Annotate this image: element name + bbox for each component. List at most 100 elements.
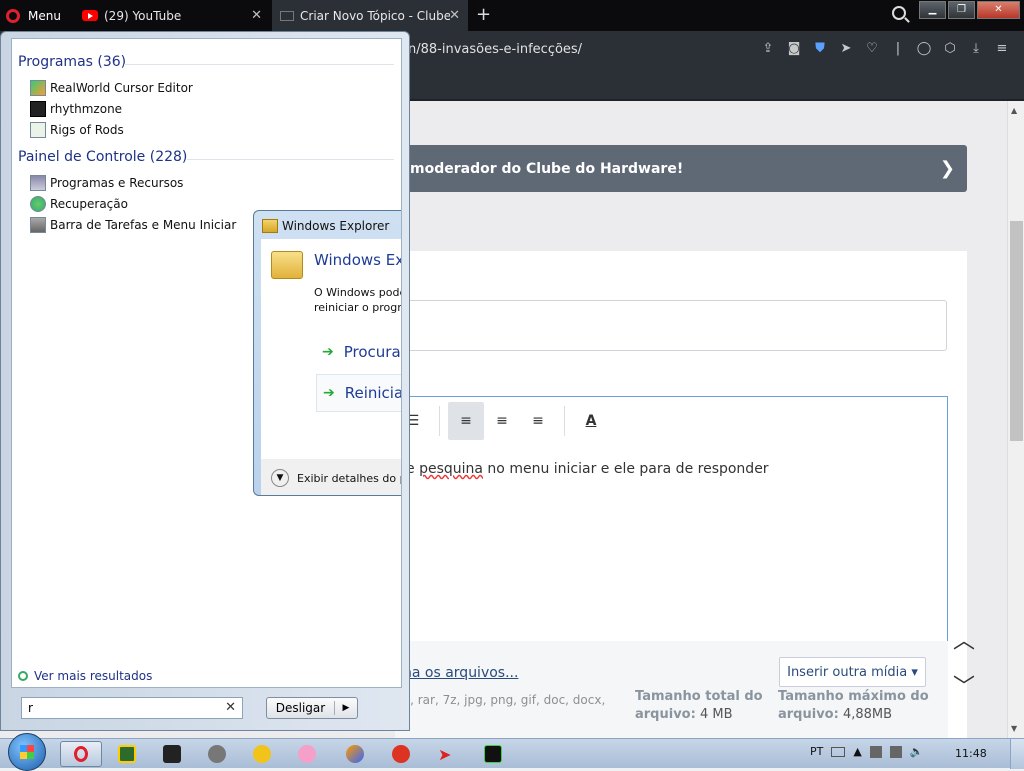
option-restart-program[interactable]: ➔ Reinicia	[316, 374, 401, 412]
result-rigs-of-rods[interactable]: Rigs of Rods	[30, 122, 124, 138]
show-desktop-button[interactable]	[1010, 739, 1024, 769]
scroll-down-chevron-icon[interactable]: ﹀	[953, 669, 975, 701]
taskbar-rhythmzone[interactable]	[151, 741, 193, 767]
chevron-down-icon: ▼	[271, 469, 289, 487]
taskbar-app-10[interactable]	[472, 741, 514, 767]
app-icon	[298, 745, 316, 763]
start-search-input[interactable]: r ✕	[21, 697, 243, 719]
send-icon[interactable]: ➤	[838, 41, 854, 57]
result-realworld-cursor-editor[interactable]: RealWorld Cursor Editor	[30, 80, 193, 96]
site-favicon-icon	[280, 10, 294, 21]
account-icon[interactable]: ◯	[916, 41, 932, 57]
taskbar-app-9[interactable]: ➤	[426, 741, 468, 767]
system-tray: PT ▲ 🔈	[810, 745, 924, 758]
attachment-area: na os arquivos... Inserir outra mídia ▾ …	[395, 641, 948, 738]
font-color-icon[interactable]: A	[573, 402, 609, 440]
opera-menu-button[interactable]: Menu	[6, 6, 61, 26]
browser-tab-bar: Menu (29) YouTube ✕ Criar Novo Tópico - …	[0, 0, 1024, 31]
divider	[187, 159, 394, 160]
result-rhythmzone[interactable]: rhythmzone	[30, 101, 122, 117]
search-icon	[18, 671, 28, 681]
device-icon[interactable]	[889, 745, 902, 758]
rigs-of-rods-icon	[30, 122, 46, 138]
shield-icon[interactable]: ⛊	[812, 41, 828, 57]
file-types-line: g	[403, 709, 613, 727]
language-indicator[interactable]: PT	[810, 745, 823, 758]
volume-icon[interactable]: 🔈	[910, 745, 924, 758]
result-label: Rigs of Rods	[50, 123, 124, 137]
insert-media-button[interactable]: Inserir outra mídia ▾	[779, 657, 926, 687]
green-arrow-icon: ➔	[323, 385, 335, 401]
scrollbar-thumb[interactable]	[1010, 221, 1023, 441]
tab-youtube[interactable]: (29) YouTube ✕	[74, 0, 270, 31]
scroll-up-chevron-icon[interactable]: ︿	[953, 623, 975, 655]
result-recuperacao[interactable]: Recuperação	[30, 196, 128, 212]
see-more-label: Ver mais resultados	[34, 669, 153, 683]
max-size-info: Tamanho máximo do arquivo: 4,88MB	[778, 688, 929, 724]
network-icon[interactable]	[869, 745, 882, 758]
opera-menu-label: Menu	[28, 9, 61, 23]
taskbar-app-8[interactable]	[380, 741, 422, 767]
taskbar-app-6[interactable]	[286, 741, 328, 767]
explorer-dialog: Windows Explorer Windows Exp O Windows p…	[253, 210, 401, 496]
allowed-file-types: x, rar, 7z, jpg, png, gif, doc, docx, g	[403, 691, 613, 727]
close-tab-icon[interactable]: ✕	[449, 8, 460, 23]
taskbar-app-4[interactable]	[196, 741, 238, 767]
option-label: Reinicia	[344, 384, 401, 402]
taskbar-app-2[interactable]	[106, 741, 148, 767]
tab-title: (29) YouTube	[104, 8, 182, 23]
rhythmzone-icon	[30, 101, 46, 117]
show-hidden-icons[interactable]: ▲	[853, 745, 861, 758]
tab-criar-topico[interactable]: Criar Novo Tópico - Clube d ✕	[272, 0, 468, 31]
programs-features-icon	[30, 175, 46, 191]
shutdown-options-arrow-icon[interactable]: ▶	[335, 703, 357, 713]
keyboard-icon[interactable]	[831, 746, 846, 757]
start-button[interactable]	[8, 733, 46, 771]
camera-icon[interactable]: ◙	[786, 41, 802, 57]
rhythmzone-icon	[163, 745, 181, 763]
scroll-down-arrow-icon[interactable]: ▼	[1011, 724, 1017, 733]
heart-icon[interactable]: ♡	[864, 41, 880, 57]
send-icon: ➤	[438, 745, 452, 764]
clear-search-icon[interactable]: ✕	[225, 700, 236, 715]
settings-menu-icon[interactable]: ≡	[994, 41, 1010, 57]
result-label: Recuperação	[50, 197, 128, 211]
result-programas-recursos[interactable]: Programas e Recursos	[30, 175, 183, 191]
taskbar-app-7[interactable]	[334, 741, 376, 767]
option-search-solution[interactable]: ➔ Procura	[316, 333, 401, 371]
taskbar-app-5[interactable]	[241, 741, 283, 767]
search-tabs-icon[interactable]	[892, 6, 906, 20]
new-tab-button[interactable]: +	[476, 4, 491, 25]
topic-title-input[interactable]	[395, 300, 947, 351]
maximize-button[interactable]: ❐	[948, 1, 975, 19]
align-left-icon[interactable]: ≡	[448, 402, 484, 440]
align-right-icon[interactable]: ≡	[520, 402, 556, 440]
share-icon[interactable]: ⇪	[760, 41, 776, 57]
download-icon[interactable]: ⤓	[968, 41, 984, 57]
editor-content[interactable]: e pesquina no menu iniciar e ele para de…	[406, 461, 769, 477]
dialog-body: Windows Exp O Windows pode reiniciar o p…	[261, 239, 401, 459]
page-scrollbar[interactable]: ▲ ▼	[1007, 101, 1024, 738]
taskbar-opera[interactable]	[60, 741, 102, 767]
close-tab-icon[interactable]: ✕	[251, 8, 262, 23]
see-more-results-link[interactable]: Ver mais resultados	[18, 669, 152, 683]
star-icon	[253, 745, 271, 763]
align-center-icon[interactable]: ≡	[484, 402, 520, 440]
url-field[interactable]: n/88-invasões-e-infecções/	[408, 42, 582, 57]
clock[interactable]: 11:48	[955, 747, 987, 760]
info-banner[interactable]: moderador do Clube do Hardware! ❯	[395, 145, 967, 192]
choose-files-link[interactable]: na os arquivos...	[403, 665, 518, 681]
window-controls: ▁ ❐ ✕	[917, 1, 1020, 19]
shutdown-button[interactable]: Desligar ▶	[266, 697, 358, 719]
misspelled-word: pesquina	[419, 461, 483, 477]
close-window-button[interactable]: ✕	[977, 1, 1020, 19]
result-label: Barra de Tarefas e Menu Iniciar	[50, 218, 237, 232]
result-barra-tarefas[interactable]: Barra de Tarefas e Menu Iniciar	[30, 217, 236, 233]
show-details-toggle[interactable]: ▼ Exibir detalhes do p	[261, 459, 401, 495]
minimize-button[interactable]: ▁	[919, 1, 946, 19]
cube-icon[interactable]: ⬡	[942, 41, 958, 57]
scroll-up-arrow-icon[interactable]: ▲	[1011, 106, 1017, 115]
flash-icon	[392, 745, 410, 763]
toolbar-divider	[439, 406, 440, 436]
max-size-label: arquivo:	[778, 707, 839, 722]
